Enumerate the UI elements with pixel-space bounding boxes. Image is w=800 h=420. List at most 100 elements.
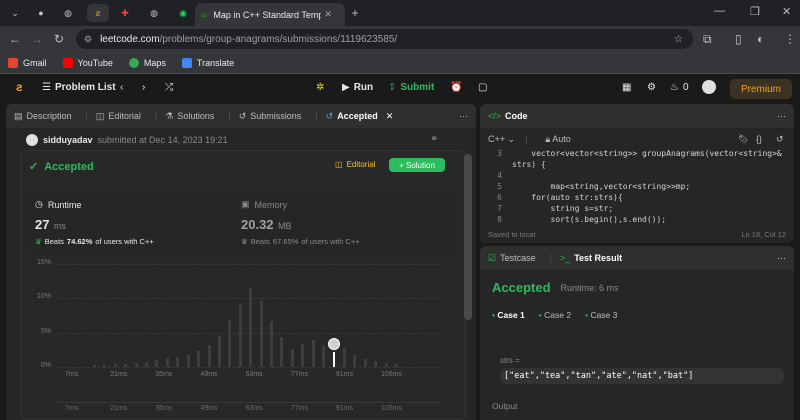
tab-code[interactable]: </> Code <box>488 111 528 121</box>
reload-icon[interactable]: ↻ <box>54 32 64 46</box>
bookmark-translate[interactable]: Translate <box>181 57 234 68</box>
editorial-button[interactable]: ◫ Editorial <box>335 160 375 169</box>
close-icon[interactable]: ✕ <box>386 111 394 122</box>
chart-bar[interactable] <box>228 320 232 367</box>
tab-test-result[interactable]: >_ Test Result <box>560 253 622 263</box>
new-tab-button[interactable]: + <box>348 4 362 22</box>
prev-problem-icon[interactable]: ‹ <box>120 82 123 93</box>
runtime-distribution-chart[interactable]: 15% 10% 5% 0% 7ms 21ms 35ms 49ms 63ms 77ms 91ms 105… <box>27 259 451 419</box>
maximize-icon[interactable]: ❐ <box>750 5 760 18</box>
globe-icon[interactable]: ◍ <box>143 4 165 22</box>
chart-bar[interactable] <box>353 354 357 367</box>
premium-button[interactable]: Premium <box>729 79 792 99</box>
chart-bar[interactable] <box>176 356 180 367</box>
bookmark-youtube[interactable]: YouTube <box>62 57 113 68</box>
chart-bar[interactable] <box>165 358 169 367</box>
chart-bar[interactable] <box>363 358 367 367</box>
tab-submissions[interactable]: ↺ Submissions <box>239 111 302 122</box>
code-line[interactable]: 8 sort(s.begin(),s.end()); <box>480 214 794 225</box>
format-icon[interactable]: {} <box>756 134 762 144</box>
chart-bar[interactable] <box>259 301 263 367</box>
chart-bar[interactable] <box>280 336 284 367</box>
address-bar[interactable]: ⚙ leetcode.com /problems/group-anagrams/… <box>76 29 693 49</box>
chart-bar[interactable] <box>155 360 159 367</box>
chart-bar[interactable] <box>270 321 274 367</box>
tab-solutions[interactable]: ⚗ Solutions <box>165 111 214 122</box>
chart-bar[interactable] <box>301 344 305 367</box>
code-line[interactable]: strs) { <box>480 159 794 170</box>
tab-editorial[interactable]: ◫ Editorial <box>96 111 141 122</box>
case-tab-3[interactable]: • Case 3 <box>585 310 617 320</box>
notes-icon[interactable]: ▢ <box>478 82 487 93</box>
chart-bar[interactable] <box>342 347 346 367</box>
case-tab-2[interactable]: • Case 2 <box>539 310 571 320</box>
back-icon[interactable]: ← <box>9 32 21 46</box>
chevron-down-icon[interactable]: ⌄ <box>4 4 26 22</box>
avatar[interactable] <box>702 80 716 94</box>
tab-description[interactable]: ▤ Description <box>14 111 72 122</box>
bookmark-icon[interactable]: 🔖︎ <box>738 134 749 145</box>
window-close-icon[interactable]: ✕ <box>782 5 791 18</box>
extensions-icon[interactable]: ⧉ <box>703 32 712 47</box>
code-line[interactable]: 4 <box>480 170 794 181</box>
code-editor[interactable]: 3 vector<vector<string>> groupAnagrams(v… <box>480 148 794 226</box>
menu-icon[interactable]: ⋮ <box>784 32 796 46</box>
tab-testcase[interactable]: ☑ Testcase <box>488 253 536 264</box>
chart-bar[interactable] <box>290 349 294 367</box>
chart-bar[interactable] <box>238 303 242 367</box>
next-problem-icon[interactable]: › <box>142 82 145 93</box>
run-button[interactable]: ▶ Run <box>342 82 373 93</box>
submitter-name[interactable]: sidduyadav <box>43 135 93 145</box>
site-info-icon[interactable]: ⚙ <box>84 34 92 45</box>
codeforces-icon[interactable]: ✚ <box>114 4 136 22</box>
range-overview[interactable] <box>57 397 441 403</box>
code-line[interactable]: 7 string s=str; <box>480 203 794 214</box>
github-icon[interactable]: ● <box>30 4 52 22</box>
share-link-icon[interactable]: ⚭ <box>430 134 438 145</box>
reset-icon[interactable]: ↺ <box>776 134 784 145</box>
language-select[interactable]: C++ ⌄ <box>488 134 515 145</box>
chart-bar[interactable] <box>207 345 211 367</box>
highlight-bar[interactable] <box>332 351 335 367</box>
chart-bar[interactable] <box>186 354 190 367</box>
scrollbar[interactable] <box>464 154 472 320</box>
leetcode-icon[interactable]: ƨ <box>87 4 109 22</box>
case-tab-1[interactable]: • Case 1 <box>492 310 525 320</box>
runtime-stat[interactable]: ◷ Runtime 27 ms ♛ Beats 74.62% of users w… <box>35 199 225 246</box>
more-icon[interactable]: ⋯ <box>777 253 786 264</box>
timer-icon[interactable]: ⏰ <box>450 82 462 93</box>
browser-tab-active[interactable]: ∞ Map in C++ Standard Template ✕ <box>195 3 345 26</box>
code-line[interactable]: 3 vector<vector<string>> groupAnagrams(v… <box>480 148 794 159</box>
chart-bar[interactable] <box>217 336 221 367</box>
code-line[interactable]: 5 map<string,vector<string>>mp; <box>480 181 794 192</box>
submit-button[interactable]: ⇪ Submit <box>388 82 434 93</box>
chart-bar[interactable] <box>311 339 315 367</box>
auto-mode[interactable]: 🔒︎ Auto <box>545 134 570 145</box>
shuffle-icon[interactable]: ⤮ <box>165 82 173 93</box>
chart-bar[interactable] <box>197 350 201 367</box>
whatsapp-icon[interactable]: ◉ <box>172 4 194 22</box>
streak-counter[interactable]: ♨ 0 <box>670 82 689 93</box>
more-icon[interactable]: ⋯ <box>459 111 468 122</box>
chart-bar[interactable] <box>322 346 326 367</box>
more-icon[interactable]: ⋯ <box>777 111 786 122</box>
bookmark-star-icon[interactable]: ☆ <box>674 34 683 45</box>
close-icon[interactable]: ✕ <box>324 9 332 20</box>
minimize-icon[interactable]: — <box>714 5 725 17</box>
tab-accepted[interactable]: ↺ Accepted ✕ <box>326 111 394 122</box>
forward-icon[interactable]: → <box>31 32 43 46</box>
user-marker-icon[interactable] <box>327 337 340 350</box>
solution-button[interactable]: + Solution <box>389 158 445 172</box>
grid-icon[interactable]: ▦ <box>622 82 631 93</box>
code-line[interactable]: 6 for(auto str:strs){ <box>480 192 794 203</box>
chart-bar[interactable] <box>249 288 253 367</box>
bookmark-maps[interactable]: Maps <box>128 57 166 68</box>
memory-stat[interactable]: ▣ Memory 20.32 MB ♛ Beats 67.65% of users… <box>241 199 441 246</box>
problem-list-button[interactable]: ☰ Problem List <box>42 82 116 93</box>
settings-icon[interactable]: ⚙ <box>647 82 656 93</box>
globe-icon[interactable]: ◍ <box>57 4 79 22</box>
profile-icon[interactable]: ◐ <box>757 32 764 46</box>
leetcode-logo[interactable]: ƨ <box>16 80 23 94</box>
debug-icon[interactable]: ✲ <box>316 82 324 93</box>
sidepanel-icon[interactable]: ▯ <box>735 32 742 46</box>
